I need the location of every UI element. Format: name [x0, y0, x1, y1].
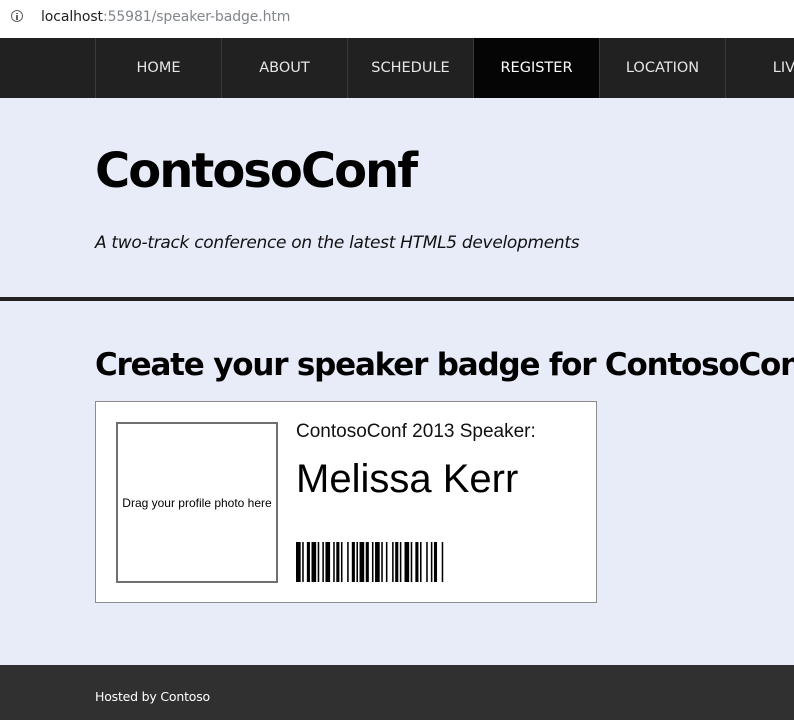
- barcode-bar: [420, 542, 422, 582]
- barcode-bar: [325, 542, 331, 582]
- photo-drop-zone[interactable]: Drag your profile photo here: [116, 422, 278, 583]
- barcode-bar: [395, 542, 399, 582]
- url-path: :55981/speaker-badge.htm: [102, 9, 291, 25]
- barcode-bar: [306, 542, 310, 582]
- barcode-bar: [433, 542, 438, 582]
- barcode-bar: [410, 542, 413, 582]
- barcode-icon: [296, 542, 444, 582]
- barcode-bar: [347, 542, 349, 582]
- info-icon[interactable]: [11, 10, 23, 22]
- barcode-bar: [311, 542, 317, 582]
- page-heading: Create your speaker badge for ContosoCon…: [95, 347, 794, 383]
- nav-item-about[interactable]: ABOUT: [221, 38, 347, 98]
- site-footer: Hosted by Contoso: [0, 665, 794, 720]
- barcode-bar: [441, 542, 444, 582]
- barcode-bar: [426, 542, 428, 582]
- nav-item-schedule[interactable]: SCHEDULE: [347, 38, 473, 98]
- site-title: ContosoConf: [95, 143, 418, 199]
- barcode-bar: [356, 542, 358, 582]
- barcode-bar: [375, 542, 380, 582]
- badge-speaker-name: Melissa Kerr: [296, 457, 519, 501]
- barcode-bar: [365, 542, 369, 582]
- barcode-bar: [399, 542, 402, 582]
- barcode-bar: [340, 542, 343, 582]
- nav-item-location[interactable]: LOCATION: [599, 38, 725, 98]
- main-nav: HOME ABOUT SCHEDULE REGISTER LOCATION LI…: [0, 38, 794, 98]
- barcode-bar: [404, 542, 410, 582]
- barcode-bar: [371, 542, 374, 582]
- url-host: localhost: [41, 9, 103, 25]
- nav-item-home[interactable]: HOME: [95, 38, 221, 98]
- barcode-bar: [351, 542, 355, 582]
- nav-item-register[interactable]: REGISTER: [473, 38, 599, 98]
- footer-text: Hosted by Contoso: [95, 689, 210, 704]
- header-divider: [0, 297, 794, 301]
- barcode-bar: [381, 542, 383, 582]
- barcode-bar: [430, 542, 433, 582]
- barcode-bar: [336, 542, 340, 582]
- barcode-bar: [392, 542, 394, 582]
- photo-drop-label: Drag your profile photo here: [122, 495, 272, 510]
- nav-item-live[interactable]: LIVE: [725, 38, 794, 98]
- site-tagline: A two-track conference on the latest HTM…: [95, 233, 580, 253]
- barcode-bar: [415, 542, 419, 582]
- barcode-bar: [302, 542, 304, 582]
- barcode-bar: [296, 542, 301, 582]
- barcode-bar: [359, 542, 365, 582]
- address-bar[interactable]: localhost:55981/speaker-badge.htm: [0, 0, 794, 39]
- barcode-bar: [385, 542, 388, 582]
- barcode-bar: [322, 542, 324, 582]
- nav-list: HOME ABOUT SCHEDULE REGISTER LOCATION LI…: [95, 38, 794, 98]
- barcode-bar: [333, 542, 335, 582]
- barcode-bar: [317, 542, 320, 582]
- speaker-badge: Drag your profile photo here ContosoConf…: [95, 401, 597, 603]
- url-text[interactable]: localhost:55981/speaker-badge.htm: [41, 9, 290, 25]
- badge-caption: ContosoConf 2013 Speaker:: [296, 421, 536, 442]
